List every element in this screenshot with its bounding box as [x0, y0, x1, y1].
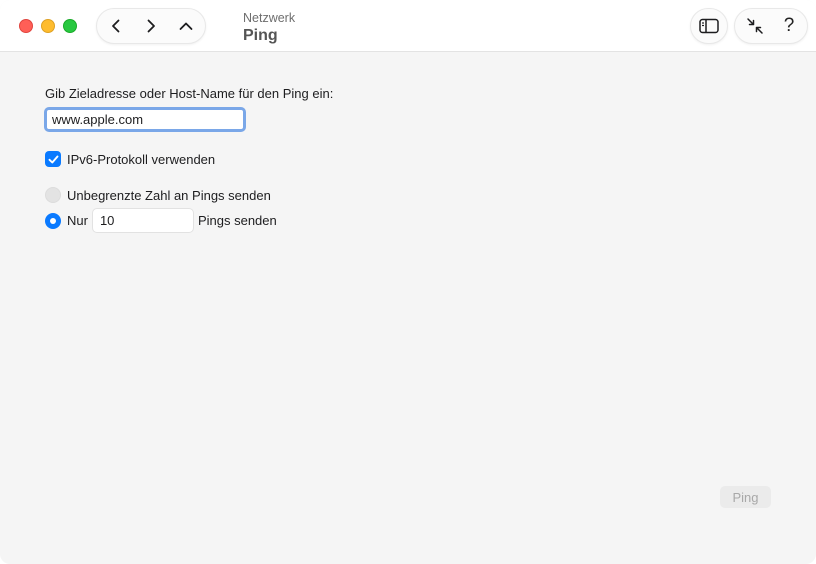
navigation-group: [96, 8, 206, 44]
sidebar-icon: [691, 9, 727, 43]
ping-count-input[interactable]: [91, 208, 194, 233]
up-button[interactable]: [169, 9, 203, 43]
chevron-right-icon: [147, 19, 155, 33]
ipv6-checkbox-row[interactable]: IPv6-Protokoll verwenden: [45, 151, 215, 167]
unlimited-option-row[interactable]: Unbegrenzte Zahl an Pings senden: [45, 187, 271, 203]
chevron-left-icon: [112, 19, 120, 33]
checkmark-icon: [48, 155, 58, 163]
unlimited-label: Unbegrenzte Zahl an Pings senden: [67, 187, 271, 203]
breadcrumb: Netzwerk: [243, 11, 296, 25]
chevron-up-icon: [179, 22, 193, 30]
limited-radio[interactable]: [45, 212, 61, 229]
page-title: Ping: [243, 27, 278, 44]
close-window-button[interactable]: [19, 19, 33, 33]
limited-option-row[interactable]: Nur Pings senden: [45, 208, 277, 233]
only-suffix-label: Pings senden: [197, 213, 277, 228]
host-input[interactable]: [44, 107, 246, 132]
ping-button[interactable]: Ping: [720, 486, 771, 508]
ping-window: Netzwerk Ping ? Gib Zieladresse oder Hos…: [0, 0, 816, 564]
title-bar: Netzwerk Ping ?: [0, 0, 816, 52]
forward-button[interactable]: [134, 9, 168, 43]
zoom-window-button[interactable]: [63, 19, 77, 33]
help-button[interactable]: ?: [771, 9, 807, 43]
collapse-arrows-icon: [747, 18, 763, 34]
ipv6-checkbox[interactable]: [45, 151, 61, 167]
minimize-window-button[interactable]: [41, 19, 55, 33]
only-prefix-label: Nur: [67, 213, 88, 228]
unlimited-radio[interactable]: [45, 187, 61, 203]
host-prompt-label: Gib Zieladresse oder Host-Name für den P…: [45, 86, 334, 101]
help-icon: ?: [783, 15, 795, 36]
collapse-button[interactable]: [737, 9, 773, 43]
main-content: Gib Zieladresse oder Host-Name für den P…: [0, 53, 816, 564]
sidebar-toggle-button[interactable]: [690, 8, 728, 44]
toolbar-pair: ?: [734, 8, 808, 44]
back-button[interactable]: [99, 9, 133, 43]
ipv6-label: IPv6-Protokoll verwenden: [67, 151, 216, 167]
window-title-group: Netzwerk Ping: [243, 11, 295, 46]
